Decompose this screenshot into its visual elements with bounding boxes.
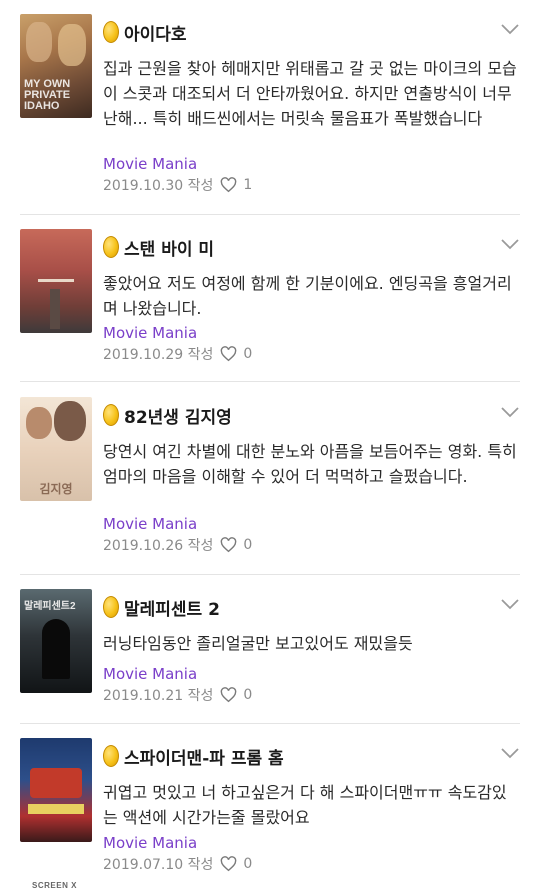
like-count: 1 xyxy=(243,177,253,193)
gold-egg-badge-icon xyxy=(103,745,119,767)
like-count: 0 xyxy=(243,687,253,703)
heart-icon[interactable] xyxy=(220,177,237,193)
gold-egg-badge-icon xyxy=(103,236,119,258)
movie-poster[interactable] xyxy=(20,738,92,842)
heart-icon[interactable] xyxy=(220,346,237,362)
review-date: 2019.10.21 작성 xyxy=(103,688,214,704)
review-meta: 2019.10.29 작성 0 xyxy=(103,344,252,364)
like-count: 0 xyxy=(243,537,253,553)
review-meta: 2019.10.21 작성 0 xyxy=(103,685,252,705)
review-text: 집과 근원을 찾아 헤매지만 위태롭고 갈 곳 없는 마이크의 모습이 스콧과 … xyxy=(103,59,517,128)
movie-title[interactable]: 말레피센트 2 xyxy=(124,595,220,620)
movie-poster[interactable]: 김지영 xyxy=(20,397,92,501)
gold-egg-badge-icon xyxy=(103,596,119,618)
review-item[interactable]: 말레피센트2 말레피센트 2 러닝타임동안 졸리얼굴만 보고있어도 재밌을듯 M… xyxy=(0,575,540,747)
review-meta: 2019.10.26 작성 0 xyxy=(103,535,252,555)
divider xyxy=(20,381,520,382)
review-text: 귀엽고 멋있고 너 하고싶은거 다 해 스파이더맨ㅠㅠ 속도감있는 액션에 시간… xyxy=(103,783,507,827)
source-link[interactable]: Movie Mania xyxy=(103,515,197,533)
review-date: 2019.10.26 작성 xyxy=(103,538,214,554)
heart-icon[interactable] xyxy=(220,537,237,553)
review-text: 러닝타임동안 졸리얼굴만 보고있어도 재밌을듯 xyxy=(103,634,413,653)
review-text: 당연시 여긴 차별에 대한 분노와 아픔을 보듬어주는 영화. 특히 엄마의 마… xyxy=(103,442,517,486)
movie-poster[interactable] xyxy=(20,229,92,333)
poster-title-text: 김지영 xyxy=(39,482,73,496)
source-link[interactable]: Movie Mania xyxy=(103,665,197,683)
movie-poster[interactable]: 말레피센트2 xyxy=(20,589,92,693)
movie-title[interactable]: 82년생 김지영 xyxy=(124,403,232,428)
heart-icon[interactable] xyxy=(220,856,237,872)
heart-icon[interactable] xyxy=(220,687,237,703)
review-date: 2019.10.29 작성 xyxy=(103,347,214,363)
poster-title-text: MY OWN PRIVATE IDAHO xyxy=(24,78,71,112)
movie-title[interactable]: 아이다호 xyxy=(124,20,187,45)
review-header: 말레피센트 2 xyxy=(103,595,220,620)
review-header: 아이다호 xyxy=(103,20,187,45)
movie-title[interactable]: 스파이더맨-파 프롬 홈 xyxy=(124,744,284,769)
screenx-logo-text: SCREEN X xyxy=(32,881,77,890)
chevron-down-icon[interactable] xyxy=(500,746,520,760)
source-link[interactable]: Movie Mania xyxy=(103,834,197,852)
source-link[interactable]: Movie Mania xyxy=(103,155,197,173)
like-count: 0 xyxy=(243,856,253,872)
chevron-down-icon[interactable] xyxy=(500,405,520,419)
review-header: 스파이더맨-파 프롬 홈 xyxy=(103,744,284,769)
review-header: 스탠 바이 미 xyxy=(103,235,214,260)
review-header: 82년생 김지영 xyxy=(103,403,232,428)
movie-poster[interactable]: MY OWN PRIVATE IDAHO xyxy=(20,14,92,118)
review-text: 좋았어요 저도 여정에 함께 한 기분이에요. 엔딩곡을 흥얼거리며 나왔습니다… xyxy=(103,274,512,318)
review-item[interactable]: 김지영 82년생 김지영 당연시 여긴 차별에 대한 분노와 아픔을 보듬어주는… xyxy=(0,383,540,575)
movie-title[interactable]: 스탠 바이 미 xyxy=(124,235,214,260)
poster-title-text: 말레피센트2 xyxy=(24,601,76,612)
gold-egg-badge-icon xyxy=(103,404,119,426)
review-meta: 2019.10.30 작성 1 xyxy=(103,175,252,195)
review-date: 2019.10.30 작성 xyxy=(103,178,214,194)
review-item[interactable]: MY OWN PRIVATE IDAHO 아이다호 집과 근원을 찾아 헤매지만… xyxy=(0,0,540,215)
chevron-down-icon[interactable] xyxy=(500,597,520,611)
source-link[interactable]: Movie Mania xyxy=(103,324,197,342)
review-date: 2019.07.10 작성 xyxy=(103,857,214,873)
review-item[interactable]: SCREEN X 스파이더맨-파 프롬 홈 귀엽고 멋있고 너 하고싶은거 다 … xyxy=(0,724,540,896)
review-meta: 2019.07.10 작성 0 xyxy=(103,854,252,874)
like-count: 0 xyxy=(243,346,253,362)
review-item[interactable]: 스탠 바이 미 좋았어요 저도 여정에 함께 한 기분이에요. 엔딩곡을 흥얼거… xyxy=(0,215,540,387)
chevron-down-icon[interactable] xyxy=(500,237,520,251)
gold-egg-badge-icon xyxy=(103,21,119,43)
chevron-down-icon[interactable] xyxy=(500,22,520,36)
